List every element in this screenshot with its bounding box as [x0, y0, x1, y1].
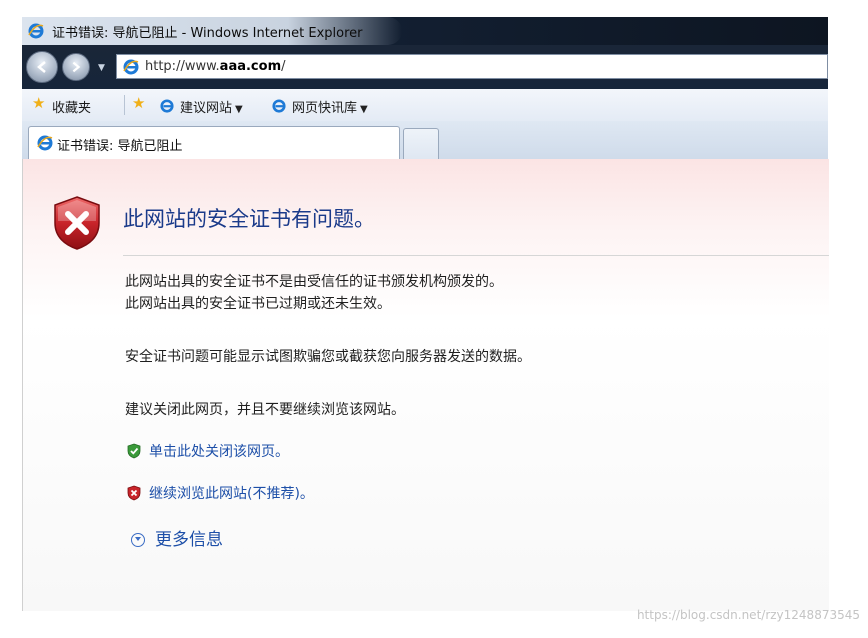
red-shield-x-icon	[54, 196, 100, 250]
watermark: https://blog.csdn.net/rzy1248873545	[636, 608, 860, 622]
page-ie-icon	[123, 59, 139, 75]
back-arrow-icon	[37, 61, 46, 73]
reason-line-1: 此网站出具的安全证书不是由受信任的证书颁发机构颁发的。	[125, 274, 503, 290]
title-bar: 证书错误: 导航已阻止 - Windows Internet Explorer	[22, 17, 828, 45]
url-domain: aaa.com	[219, 59, 282, 74]
chevron-down-icon: ▼	[235, 104, 243, 115]
tab-label: 证书错误: 导航已阻止	[57, 139, 183, 154]
more-info-toggle[interactable]: 更多信息	[131, 525, 223, 550]
chevron-circle-down-icon	[131, 533, 145, 547]
continue-link[interactable]: 继续浏览此网站(不推荐)。	[127, 483, 314, 503]
favorites-bar: ★ 收藏夹 ★ 建议网站 ▼ 网页快讯库 ▼	[22, 89, 828, 122]
more-info-label: 更多信息	[155, 530, 223, 550]
close-page-link[interactable]: 单击此处关闭该网页。	[127, 441, 289, 461]
tab-row: 证书错误: 导航已阻止	[22, 121, 828, 159]
suggested-sites-ie-icon	[160, 99, 176, 115]
forward-button[interactable]	[62, 53, 90, 81]
ie-logo-icon	[28, 23, 44, 39]
green-shield-check-icon	[127, 443, 141, 459]
history-dropdown-icon[interactable]: ▼	[98, 63, 108, 73]
recommendation-text: 建议关闭此网页，并且不要继续浏览该网站。	[125, 402, 405, 418]
tab-certificate-error[interactable]: 证书错误: 导航已阻止	[28, 126, 400, 159]
window-title: 证书错误: 导航已阻止 - Windows Internet Explorer	[52, 26, 363, 41]
new-tab-button[interactable]	[403, 128, 439, 159]
web-slice-gallery-button[interactable]: 网页快讯库 ▼	[272, 97, 368, 116]
divider	[123, 255, 829, 256]
back-button[interactable]	[26, 51, 58, 83]
url-suffix: /	[281, 59, 286, 74]
continue-label: 继续浏览此网站(不推荐)。	[149, 486, 314, 502]
warning-text: 安全证书问题可能显示试图欺骗您或截获您向服务器发送的数据。	[125, 349, 531, 365]
url-prefix: http://www.	[145, 59, 220, 74]
page-title: 此网站的安全证书有问题。	[123, 207, 375, 231]
add-favorites-icon[interactable]: ★	[132, 94, 145, 112]
address-bar[interactable]: http://www.aaa.com/	[116, 54, 828, 79]
suggested-sites-button[interactable]: 建议网站 ▼	[160, 97, 243, 116]
address-row: ▼ http://www.aaa.com/	[22, 45, 828, 89]
url-text[interactable]: http://www.aaa.com/	[145, 59, 286, 74]
web-slice-ie-icon	[272, 99, 288, 115]
error-page: 此网站的安全证书有问题。 此网站出具的安全证书不是由受信任的证书颁发机构颁发的。…	[22, 159, 829, 611]
suggested-sites-label: 建议网站	[180, 101, 233, 116]
favorites-star-icon: ★	[32, 94, 46, 112]
reason-line-2: 此网站出具的安全证书已过期或还未生效。	[125, 296, 391, 312]
close-page-label: 单击此处关闭该网页。	[149, 444, 289, 460]
favorites-button[interactable]: 收藏夹	[52, 97, 91, 116]
favorites-separator	[124, 95, 125, 115]
web-slice-gallery-label: 网页快讯库	[292, 101, 358, 116]
red-shield-x-icon	[127, 485, 141, 501]
tab-ie-icon	[37, 135, 53, 151]
chevron-down-icon: ▼	[360, 104, 368, 115]
forward-arrow-icon	[72, 61, 81, 73]
